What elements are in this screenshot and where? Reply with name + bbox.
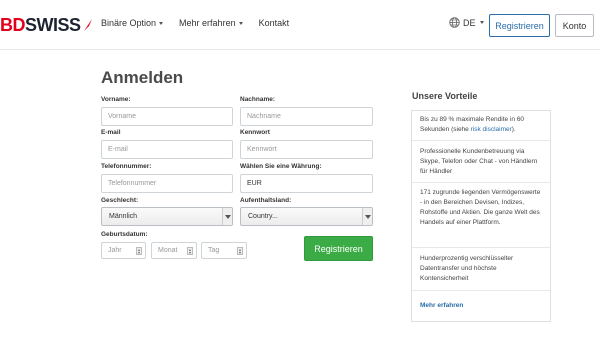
- chevron-down-icon: [238, 21, 243, 25]
- last-name-input[interactable]: Nachname: [240, 107, 373, 126]
- nav-contact-label: Kontakt: [258, 18, 290, 28]
- password-input[interactable]: Kennwort: [240, 140, 373, 159]
- top-navbar: BDSWISS Binäre Option Mehr erfahren Kont…: [0, 0, 600, 50]
- phone-input[interactable]: Telefonnummer: [101, 174, 233, 193]
- chevron-down-icon: [222, 208, 232, 225]
- gender-label: Geschlecht:: [101, 197, 139, 204]
- chevron-down-icon: [159, 21, 164, 25]
- logo-wordmark: BDSWISS: [0, 15, 81, 36]
- currency-label: Wählen Sie eine Währung:: [240, 163, 322, 170]
- divider: [412, 140, 550, 141]
- risk-disclaimer-link[interactable]: risk disclaimer: [471, 126, 512, 133]
- language-label: DE: [463, 17, 476, 28]
- spinner-icon[interactable]: [136, 247, 142, 255]
- birth-month-input[interactable]: Monat: [151, 242, 197, 259]
- main-nav: Binäre Option Mehr erfahren Kontakt: [101, 18, 289, 28]
- advantages-panel: Bis zu 89 % maximale Rendite in 60 Sekun…: [411, 110, 551, 322]
- country-label: Aufenthaltsland:: [240, 197, 292, 204]
- first-name-input[interactable]: Vorname: [101, 107, 233, 126]
- divider: [412, 182, 550, 183]
- currency-input[interactable]: EUR: [240, 174, 373, 193]
- advantage-assets: 171 zugrunde liegenden Vermögenswerte - …: [420, 189, 541, 226]
- advantage-support: Professionelle Kundenbetreuung via Skype…: [420, 148, 538, 175]
- chevron-down-icon: [362, 208, 372, 225]
- spinner-icon[interactable]: [187, 247, 193, 255]
- logo-bd: BD: [0, 14, 26, 35]
- header-register-button[interactable]: Registrieren: [489, 14, 550, 37]
- password-label: Kennwort: [240, 129, 270, 136]
- logo-swiss: SWISS: [25, 14, 81, 35]
- learn-more-link[interactable]: Mehr erfahren: [420, 302, 463, 309]
- first-name-label: Vorname:: [101, 96, 131, 103]
- advantage-returns: Bis zu 89 % maximale Rendite in 60 Sekun…: [412, 115, 550, 135]
- gender-select-value: Männlich: [109, 213, 138, 220]
- divider: [412, 247, 550, 248]
- birth-day-input[interactable]: Tag: [201, 242, 247, 259]
- nav-binary-option[interactable]: Binäre Option: [101, 18, 164, 28]
- email-input[interactable]: E-mail: [101, 140, 233, 159]
- account-button[interactable]: Konto: [555, 14, 594, 37]
- page-title: Anmelden: [101, 68, 184, 87]
- birth-day-placeholder: Tag: [208, 247, 220, 254]
- email-label: E-mail: [101, 129, 121, 136]
- birth-month-placeholder: Monat: [158, 247, 178, 254]
- divider: [412, 290, 550, 291]
- advantages-title: Unsere Vorteile: [412, 91, 478, 101]
- birth-year-input[interactable]: Jahr: [101, 242, 146, 259]
- nav-learn-more-label: Mehr erfahren: [179, 18, 236, 28]
- advantage-security: Hunderprozentig verschlüsselter Datentra…: [420, 255, 514, 282]
- nav-contact[interactable]: Kontakt: [259, 18, 290, 28]
- globe-icon: [449, 17, 460, 28]
- country-select-value: Country...: [248, 213, 278, 220]
- phone-label: Telefonnummer:: [101, 163, 152, 170]
- nav-learn-more[interactable]: Mehr erfahren: [179, 18, 243, 28]
- gender-select[interactable]: Männlich: [101, 207, 233, 226]
- country-select[interactable]: Country...: [240, 207, 373, 226]
- birth-year-placeholder: Jahr: [108, 247, 122, 254]
- submit-register-button[interactable]: Registrieren: [304, 236, 373, 261]
- last-name-label: Nachname:: [240, 96, 276, 103]
- logo-swoosh-icon: [83, 19, 92, 31]
- chevron-down-icon: [479, 21, 484, 24]
- advantage-returns-end: ).: [511, 126, 516, 133]
- bdswiss-logo[interactable]: BDSWISS: [0, 15, 93, 35]
- spinner-icon[interactable]: [237, 247, 243, 255]
- birthdate-label: Geburtsdatum:: [101, 231, 148, 238]
- nav-binary-option-label: Binäre Option: [101, 18, 157, 28]
- language-selector[interactable]: DE: [449, 17, 484, 28]
